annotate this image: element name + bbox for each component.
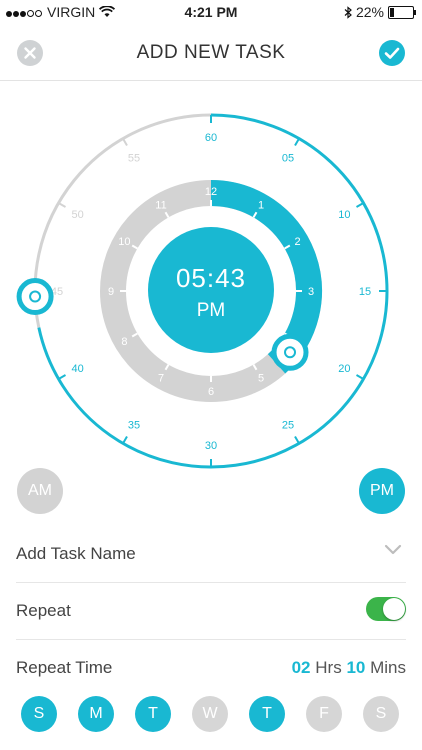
repeat-minutes: 10 (346, 658, 366, 677)
minute-tick (355, 374, 364, 380)
minute-label: 40 (72, 363, 84, 375)
repeat-row: Repeat (16, 583, 406, 640)
minute-handle (16, 278, 54, 316)
minute-tick (294, 435, 300, 444)
task-name-label: Add Task Name (16, 544, 136, 563)
hour-label: 11 (155, 199, 166, 211)
minute-tick (58, 202, 67, 208)
day-button-monday[interactable]: M (78, 696, 114, 732)
minute-tick (294, 138, 300, 147)
minute-tick (122, 435, 128, 444)
selected-time: 05:43 (175, 263, 247, 293)
day-button-saturday[interactable]: S (363, 696, 399, 732)
minute-label: 20 (338, 363, 350, 375)
minute-label: 35 (128, 419, 140, 431)
minute-tick (122, 138, 128, 147)
minute-label: 25 (282, 419, 294, 431)
day-button-tuesday[interactable]: T (135, 696, 171, 732)
day-selector: S M T W T F S (21, 696, 401, 732)
hour-label: 2 (295, 236, 301, 248)
task-name-row[interactable]: Add Task Name (16, 526, 406, 583)
day-button-thursday[interactable]: T (249, 696, 285, 732)
hour-handle (271, 333, 309, 371)
minute-label: 05 (282, 153, 294, 165)
pm-button[interactable]: PM (359, 468, 405, 514)
day-button-sunday[interactable]: S (21, 696, 57, 732)
day-button-friday[interactable]: F (306, 696, 342, 732)
repeat-toggle[interactable] (366, 597, 406, 621)
am-button[interactable]: AM (17, 468, 63, 514)
minute-tick (355, 202, 364, 208)
hour-label: 7 (158, 373, 164, 385)
hours-unit: Hrs (315, 658, 342, 677)
minute-label: 50 (72, 209, 84, 221)
navigation-bar: ADD NEW TASK (0, 24, 422, 81)
hour-label: 9 (108, 286, 114, 298)
confirm-button[interactable] (379, 40, 405, 66)
bluetooth-icon (344, 5, 352, 19)
minutes-unit: Mins (370, 658, 406, 677)
status-bar: VIRGIN 4:21 PM 22% (0, 0, 422, 24)
hour-label: 6 (208, 386, 214, 398)
hour-label: 12 (205, 186, 217, 198)
repeat-label: Repeat (16, 601, 71, 620)
hour-label: 8 (121, 336, 127, 348)
check-icon (384, 47, 400, 59)
repeat-time-row[interactable]: Repeat Time 02 Hrs 10 Mins (16, 658, 406, 678)
battery-icon (388, 5, 416, 19)
repeat-time-label: Repeat Time (16, 658, 113, 677)
repeat-hours: 02 (291, 658, 311, 677)
selected-period: PM (196, 300, 226, 321)
hour-label: 1 (258, 199, 264, 211)
hour-label: 5 (258, 373, 264, 385)
minute-tick (58, 374, 67, 380)
hour-label: 3 (308, 286, 314, 298)
day-button-wednesday[interactable]: W (192, 696, 228, 732)
minute-label: 55 (128, 153, 140, 165)
toggle-knob (383, 598, 405, 620)
minute-label: 10 (338, 209, 350, 221)
selected-time-display: 05:43 PM (148, 227, 274, 353)
page-title: ADD NEW TASK (136, 42, 286, 63)
status-right: 22% (344, 4, 416, 20)
chevron-down-icon[interactable] (384, 540, 402, 558)
minute-label: 60 (205, 132, 217, 144)
repeat-time-value[interactable]: 02 Hrs 10 Mins (292, 658, 406, 678)
minute-label: 15 (359, 286, 371, 298)
minute-label: 30 (205, 440, 217, 452)
hour-label: 10 (118, 236, 130, 248)
battery-percent: 22% (355, 4, 384, 20)
